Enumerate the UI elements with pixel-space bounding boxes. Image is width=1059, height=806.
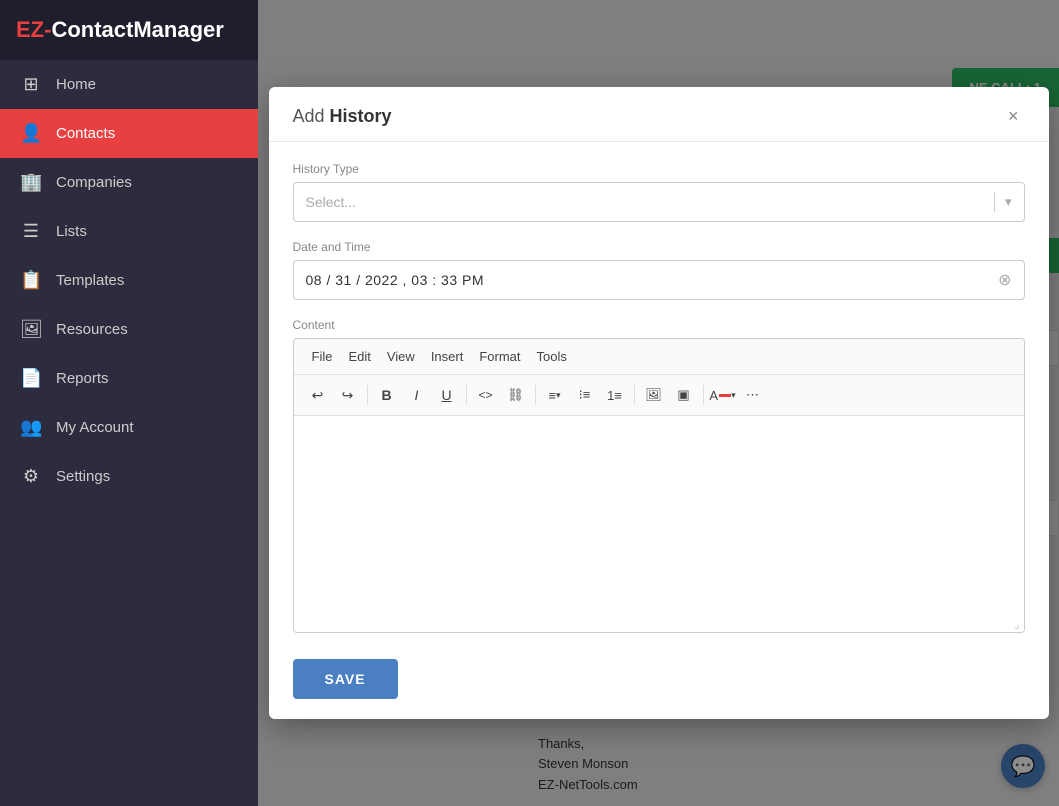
sidebar-label-myaccount: My Account	[56, 419, 134, 436]
reports-icon: 📄	[20, 368, 42, 389]
image-button[interactable]: 🖼	[640, 381, 668, 409]
numbered-list-button[interactable]: 1≡	[601, 381, 629, 409]
select-display[interactable]: Select... ▾	[294, 183, 1024, 221]
select-divider	[994, 192, 995, 212]
logo: EZ- ContactManager	[0, 0, 258, 60]
sidebar-item-home[interactable]: ⊞ Home	[0, 60, 258, 109]
sidebar-label-resources: Resources	[56, 321, 128, 338]
sidebar-item-myaccount[interactable]: 👥 My Account	[0, 403, 258, 452]
bullet-list-button[interactable]: ⁝≡	[571, 381, 599, 409]
datetime-wrapper[interactable]: 08 / 31 / 2022 , 03 : 33 PM ⊗	[293, 260, 1025, 300]
select-placeholder: Select...	[306, 194, 357, 210]
sidebar-item-templates[interactable]: 📋 Templates	[0, 256, 258, 305]
media-button[interactable]: ▣	[670, 381, 698, 409]
datetime-value: 08 / 31 / 2022 , 03 : 33 PM	[306, 272, 485, 288]
menu-edit[interactable]: Edit	[340, 345, 378, 368]
editor-toolbar: ↩ ↪ B I U <> ⛓ ≡▾ ⁝≡ 1≡	[294, 375, 1024, 416]
more-options-button[interactable]: ⋯	[739, 381, 767, 409]
datetime-label: Date and Time	[293, 240, 1025, 254]
contacts-icon: 👤	[20, 123, 42, 144]
sidebar-label-contacts: Contacts	[56, 125, 115, 142]
editor-menubar: File Edit View Insert Format Tools	[294, 339, 1024, 375]
sidebar-item-contacts[interactable]: 👤 Contacts	[0, 109, 258, 158]
sidebar-item-resources[interactable]: 🖼 Resources	[0, 305, 258, 354]
sidebar-item-settings[interactable]: ⚙ Settings	[0, 452, 258, 501]
sidebar-item-companies[interactable]: 🏢 Companies	[0, 158, 258, 207]
companies-icon: 🏢	[20, 172, 42, 193]
undo-button[interactable]: ↩	[304, 381, 332, 409]
content-field: Content File Edit View Insert Format Too…	[293, 318, 1025, 633]
bold-button[interactable]: B	[373, 381, 401, 409]
history-type-field: History Type Select... ▾	[293, 162, 1025, 222]
add-history-modal: Add History × History Type Select... ▾	[269, 87, 1049, 719]
history-type-label: History Type	[293, 162, 1025, 176]
sidebar: EZ- ContactManager ⊞ Home 👤 Contacts 🏢 C…	[0, 0, 258, 806]
menu-format[interactable]: Format	[471, 345, 528, 368]
sidebar-item-reports[interactable]: 📄 Reports	[0, 354, 258, 403]
templates-icon: 📋	[20, 270, 42, 291]
myaccount-icon: 👥	[20, 417, 42, 438]
sidebar-label-lists: Lists	[56, 223, 87, 240]
toolbar-sep-3	[535, 385, 536, 405]
datetime-field: Date and Time 08 / 31 / 2022 , 03 : 33 P…	[293, 240, 1025, 300]
modal-title-add: Add	[293, 106, 325, 126]
sidebar-label-home: Home	[56, 76, 96, 93]
logo-name: ContactManager	[51, 17, 223, 43]
modal-body: History Type Select... ▾ Date and Time 0…	[269, 142, 1049, 719]
resources-icon: 🖼	[20, 319, 42, 340]
rich-text-editor[interactable]: File Edit View Insert Format Tools ↩ ↪ B…	[293, 338, 1025, 633]
sidebar-item-lists[interactable]: ☰ Lists	[0, 207, 258, 256]
sidebar-label-companies: Companies	[56, 174, 132, 191]
redo-button[interactable]: ↪	[334, 381, 362, 409]
chevron-down-icon: ▾	[1005, 194, 1012, 210]
home-icon: ⊞	[20, 74, 42, 95]
modal-title-history: History	[330, 106, 392, 126]
modal-header: Add History ×	[269, 87, 1049, 142]
settings-icon: ⚙	[20, 466, 42, 487]
link-button[interactable]: ⛓	[502, 381, 530, 409]
lists-icon: ☰	[20, 221, 42, 242]
menu-view[interactable]: View	[379, 345, 423, 368]
modal-title: Add History	[293, 106, 392, 127]
underline-button[interactable]: U	[433, 381, 461, 409]
toolbar-sep-5	[703, 385, 704, 405]
toolbar-sep-2	[466, 385, 467, 405]
menu-insert[interactable]: Insert	[423, 345, 472, 368]
menu-tools[interactable]: Tools	[529, 345, 575, 368]
logo-ez: EZ-	[16, 17, 51, 43]
font-color-button[interactable]: A▾	[709, 381, 737, 409]
sidebar-label-templates: Templates	[56, 272, 124, 289]
content-label: Content	[293, 318, 1025, 332]
resize-handle: ⌟	[294, 616, 1024, 632]
editor-content-area[interactable]	[294, 416, 1024, 616]
modal-close-button[interactable]: ×	[1002, 105, 1025, 127]
main-area: NE CALL: 1 ADD HISTORY 2022 9:57 am 2022…	[258, 0, 1059, 806]
datetime-clear-button[interactable]: ⊗	[998, 270, 1011, 290]
italic-button[interactable]: I	[403, 381, 431, 409]
sidebar-label-settings: Settings	[56, 468, 110, 485]
save-button[interactable]: SAVE	[293, 659, 398, 699]
history-type-select[interactable]: Select... ▾	[293, 182, 1025, 222]
toolbar-sep-4	[634, 385, 635, 405]
toolbar-sep-1	[367, 385, 368, 405]
sidebar-label-reports: Reports	[56, 370, 109, 387]
align-button[interactable]: ≡▾	[541, 381, 569, 409]
menu-file[interactable]: File	[304, 345, 341, 368]
code-button[interactable]: <>	[472, 381, 500, 409]
